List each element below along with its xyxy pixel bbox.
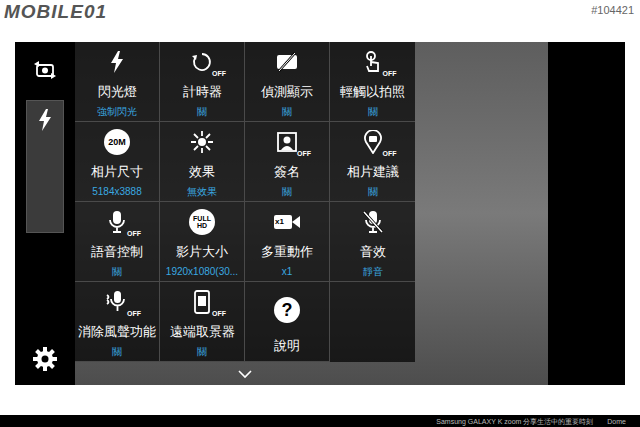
setting-icon: FULL HD xyxy=(184,208,220,236)
icon-badge: OFF xyxy=(212,310,226,318)
setting-cell[interactable]: OFF 簽名關 xyxy=(245,122,330,202)
setting-value: 無效果 xyxy=(187,186,217,198)
caption-bar: Samsung GALAXY K zoom 分享生活中的重要時刻 Dome xyxy=(0,415,640,427)
setting-icon: OFF xyxy=(99,208,135,236)
setting-cell[interactable]: ? 說明 xyxy=(245,282,330,362)
camera-screen: 閃光燈強制閃光OFF計時器關偵測顯示關OFF輕觸以拍照關20M相片尺寸5184x… xyxy=(15,42,625,385)
setting-label: 偵測顯示 xyxy=(261,84,313,100)
setting-cell[interactable]: FULL HD 影片大小 1920x1080(30... xyxy=(160,202,245,282)
setting-icon: OFF xyxy=(269,128,305,156)
header: MOBILE01 #104421 xyxy=(0,0,640,42)
setting-label: 說明 xyxy=(274,338,300,354)
setting-value: 關 xyxy=(197,346,207,358)
setting-label: 閃光燈 xyxy=(98,84,137,100)
setting-label: 消除風聲功能 xyxy=(78,324,156,340)
caption-text: Samsung GALAXY K zoom 分享生活中的重要時刻 xyxy=(436,417,593,426)
setting-icon xyxy=(355,208,391,236)
setting-label: 語音控制 xyxy=(91,244,143,260)
setting-icon: OFF xyxy=(99,288,135,316)
switch-camera-icon[interactable] xyxy=(31,58,59,82)
setting-icon xyxy=(269,48,305,76)
setting-cell[interactable]: 偵測顯示關 xyxy=(245,42,330,122)
watermark-id: #104421 xyxy=(591,1,636,17)
setting-icon: x1 xyxy=(269,208,305,236)
setting-label: 計時器 xyxy=(183,84,222,100)
icon-badge: OFF xyxy=(212,70,226,78)
icon-badge: OFF xyxy=(127,310,141,318)
setting-icon: 20M xyxy=(99,128,135,156)
setting-cell[interactable]: x1 多重動作 x1 xyxy=(245,202,330,282)
setting-icon: OFF xyxy=(355,128,391,156)
setting-value: 強制閃光 xyxy=(97,106,137,118)
setting-label: 效果 xyxy=(189,164,215,180)
setting-value: 關 xyxy=(112,266,122,278)
setting-label: 遠端取景器 xyxy=(170,324,235,340)
viewfinder: 閃光燈強制閃光OFF計時器關偵測顯示關OFF輕觸以拍照關20M相片尺寸5184x… xyxy=(75,42,548,385)
setting-label: 輕觸以拍照 xyxy=(340,84,405,100)
icon-badge: OFF xyxy=(383,70,397,78)
setting-value: 關 xyxy=(282,186,292,198)
setting-cell[interactable]: 閃光燈強制閃光 xyxy=(75,42,160,122)
setting-icon: OFF xyxy=(184,288,220,316)
icon-badge: OFF xyxy=(127,230,141,238)
setting-cell[interactable]: 20M 相片尺寸 5184x3888 xyxy=(75,122,160,202)
setting-cell[interactable]: OFF 相片建議關 xyxy=(330,122,415,202)
caption-author: Dome xyxy=(607,417,626,426)
setting-value: 關 xyxy=(282,106,292,118)
icon-badge: x1 xyxy=(275,217,284,226)
setting-value: 關 xyxy=(368,106,378,118)
setting-label: 簽名 xyxy=(274,164,300,180)
setting-value: 1920x1080(30... xyxy=(166,266,238,278)
setting-icon: ? xyxy=(269,296,305,324)
setting-cell[interactable]: OFF 遠端取景器關 xyxy=(160,282,245,362)
setting-cell[interactable]: OFF 輕觸以拍照關 xyxy=(330,42,415,122)
setting-value: 關 xyxy=(368,186,378,198)
setting-icon: OFF xyxy=(355,48,391,76)
setting-label: 音效 xyxy=(360,244,386,260)
expand-chevron-icon[interactable] xyxy=(75,362,415,385)
setting-label: 多重動作 xyxy=(261,244,313,260)
site-logo: MOBILE01 xyxy=(4,1,107,23)
icon-badge: OFF xyxy=(383,150,397,158)
setting-cell[interactable]: 音效靜音 xyxy=(330,202,415,282)
setting-icon xyxy=(184,128,220,156)
setting-cell[interactable]: OFF 消除風聲功能關 xyxy=(75,282,160,362)
icon-badge: FULL HD xyxy=(189,209,215,235)
icon-badge: OFF xyxy=(297,150,311,158)
setting-value: 關 xyxy=(112,346,122,358)
icon-badge: ? xyxy=(274,297,300,323)
setting-value: 5184x3888 xyxy=(92,186,142,198)
setting-label: 相片尺寸 xyxy=(91,164,143,180)
flash-icon xyxy=(37,109,53,131)
setting-value: 靜音 xyxy=(363,266,383,278)
settings-grid: 閃光燈強制閃光OFF計時器關偵測顯示關OFF輕觸以拍照關20M相片尺寸5184x… xyxy=(75,42,415,362)
setting-cell[interactable]: 效果無效果 xyxy=(160,122,245,202)
setting-icon xyxy=(99,48,135,76)
setting-label: 相片建議 xyxy=(347,164,399,180)
flash-button[interactable] xyxy=(26,100,64,233)
setting-label: 影片大小 xyxy=(176,244,228,260)
setting-cell[interactable]: OFF 語音控制關 xyxy=(75,202,160,282)
setting-value: 關 xyxy=(197,106,207,118)
setting-icon: OFF xyxy=(184,48,220,76)
setting-cell[interactable]: OFF 計時器關 xyxy=(160,42,245,122)
left-rail xyxy=(15,42,75,385)
icon-badge: 20M xyxy=(104,129,130,155)
gear-icon[interactable] xyxy=(31,345,59,373)
setting-value: x1 xyxy=(282,266,293,278)
